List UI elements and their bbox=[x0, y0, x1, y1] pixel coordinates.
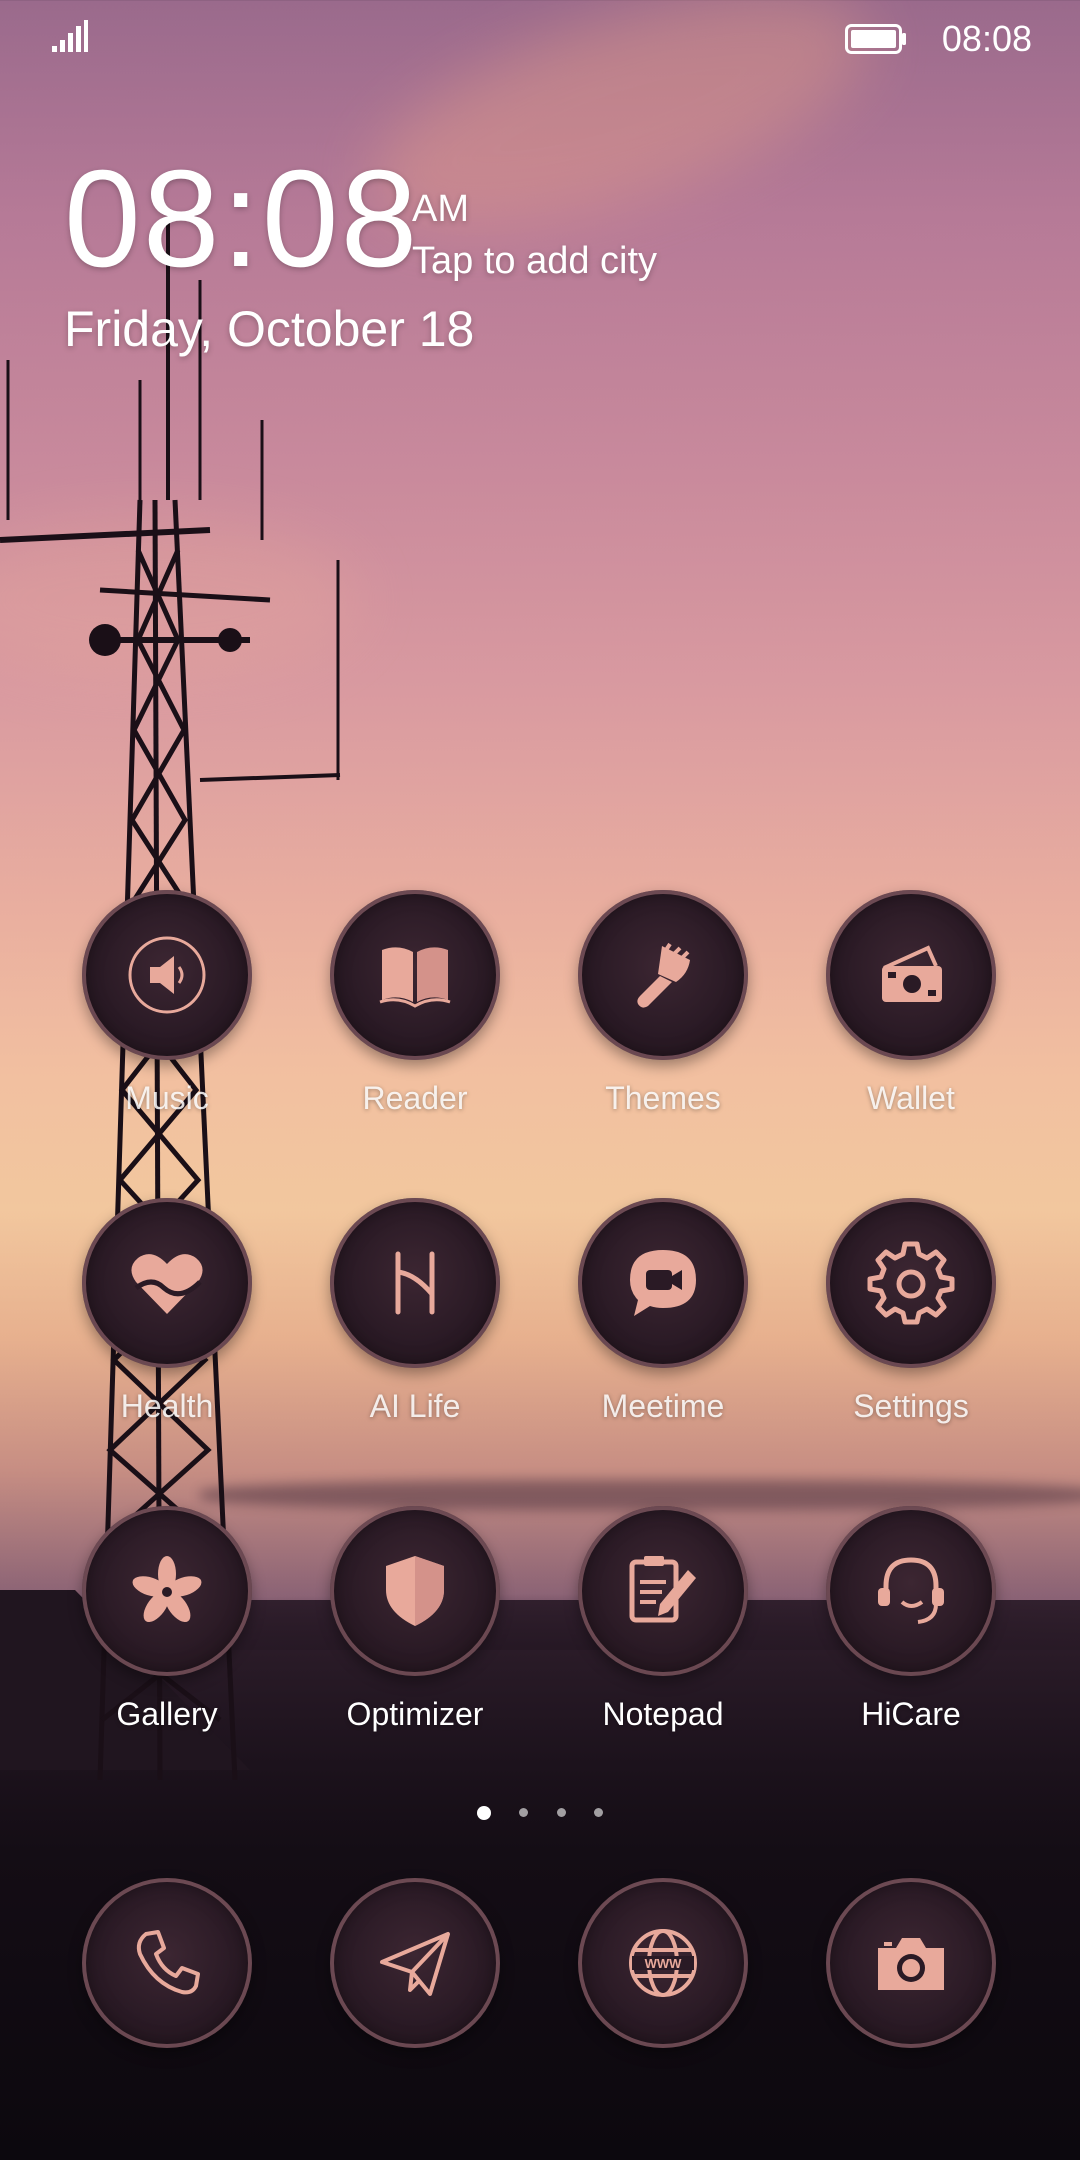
dock-browser[interactable]: WWW bbox=[539, 1878, 787, 2048]
battery-icon bbox=[845, 24, 906, 54]
svg-text:WWW: WWW bbox=[645, 1956, 683, 1971]
app-health[interactable]: Health bbox=[43, 1198, 291, 1425]
app-music[interactable]: Music bbox=[43, 890, 291, 1117]
app-notepad[interactable]: Notepad bbox=[539, 1506, 787, 1733]
app-circle[interactable] bbox=[330, 1198, 500, 1368]
app-label: Optimizer bbox=[346, 1696, 484, 1732]
app-circle[interactable] bbox=[330, 890, 500, 1060]
add-city-link[interactable]: Tap to add city bbox=[412, 240, 657, 283]
clock-date[interactable]: Friday, October 18 bbox=[64, 300, 474, 358]
page-dot[interactable] bbox=[556, 1808, 566, 1818]
app-circle[interactable] bbox=[82, 1506, 252, 1676]
app-circle[interactable] bbox=[578, 1198, 748, 1368]
app-label: Meetime bbox=[601, 1388, 725, 1424]
headset-icon bbox=[878, 1557, 944, 1624]
app-wallet[interactable]: Wallet bbox=[787, 890, 1035, 1117]
app-circle[interactable] bbox=[330, 1878, 500, 2048]
app-label: HiCare bbox=[861, 1696, 961, 1732]
status-bar: 08:08 bbox=[0, 18, 1080, 59]
page-dot[interactable] bbox=[594, 1808, 604, 1818]
app-settings[interactable]: Settings bbox=[787, 1198, 1035, 1425]
dock-messages[interactable] bbox=[291, 1878, 539, 2048]
app-label: Music bbox=[125, 1080, 209, 1116]
gear-icon bbox=[867, 1241, 955, 1325]
app-circle[interactable] bbox=[826, 890, 996, 1060]
app-label: AI Life bbox=[369, 1388, 461, 1424]
app-label: Settings bbox=[853, 1388, 969, 1424]
clock-widget[interactable]: 08:08 AM Tap to add city bbox=[64, 150, 657, 288]
app-circle[interactable] bbox=[826, 1878, 996, 2048]
app-gallery[interactable]: Gallery bbox=[43, 1506, 291, 1733]
app-circle[interactable]: WWW bbox=[578, 1878, 748, 2048]
app-label: Themes bbox=[605, 1080, 721, 1116]
app-hicare[interactable]: HiCare bbox=[787, 1506, 1035, 1733]
clock-time[interactable]: 08:08 bbox=[64, 150, 419, 288]
app-ai-life[interactable]: AI Life bbox=[291, 1198, 539, 1425]
app-circle[interactable] bbox=[82, 1878, 252, 2048]
app-circle[interactable] bbox=[826, 1506, 996, 1676]
status-time: 08:08 bbox=[941, 18, 1032, 59]
globe-icon: WWW bbox=[629, 1929, 697, 1997]
dock-camera[interactable] bbox=[787, 1878, 1035, 2048]
flower-icon bbox=[132, 1556, 202, 1623]
app-label: Gallery bbox=[116, 1696, 218, 1732]
paintbrush-icon bbox=[637, 942, 690, 1008]
app-label: Wallet bbox=[867, 1080, 955, 1116]
speaker-icon bbox=[128, 936, 206, 1014]
app-meetime[interactable]: Meetime bbox=[539, 1198, 787, 1425]
page-indicator[interactable] bbox=[0, 1804, 1080, 1822]
app-circle[interactable] bbox=[578, 890, 748, 1060]
app-label: Health bbox=[120, 1388, 214, 1424]
dock-phone[interactable] bbox=[43, 1878, 291, 2048]
app-label: Reader bbox=[362, 1080, 468, 1116]
app-circle[interactable] bbox=[330, 1506, 500, 1676]
video-call-icon bbox=[630, 1250, 696, 1316]
camera-icon bbox=[878, 1938, 944, 1990]
page-dot-active[interactable] bbox=[476, 1805, 491, 1820]
signal-icon bbox=[52, 20, 88, 52]
app-optimizer[interactable]: Optimizer bbox=[291, 1506, 539, 1733]
app-circle[interactable] bbox=[82, 890, 252, 1060]
shield-icon bbox=[386, 1556, 444, 1626]
heart-icon bbox=[131, 1254, 203, 1314]
phone-icon bbox=[136, 1930, 200, 1995]
app-circle[interactable] bbox=[826, 1198, 996, 1368]
app-themes[interactable]: Themes bbox=[539, 890, 787, 1117]
app-circle[interactable] bbox=[578, 1506, 748, 1676]
notepad-icon bbox=[629, 1556, 696, 1623]
app-circle[interactable] bbox=[82, 1198, 252, 1368]
ai-life-icon bbox=[395, 1251, 435, 1315]
app-reader[interactable]: Reader bbox=[291, 890, 539, 1117]
page-dot[interactable] bbox=[519, 1808, 529, 1818]
paper-plane-icon bbox=[380, 1932, 450, 1996]
wallet-icon bbox=[882, 945, 942, 1002]
book-icon bbox=[379, 947, 451, 1008]
app-label: Notepad bbox=[602, 1696, 724, 1732]
clock-ampm: AM bbox=[412, 188, 469, 230]
